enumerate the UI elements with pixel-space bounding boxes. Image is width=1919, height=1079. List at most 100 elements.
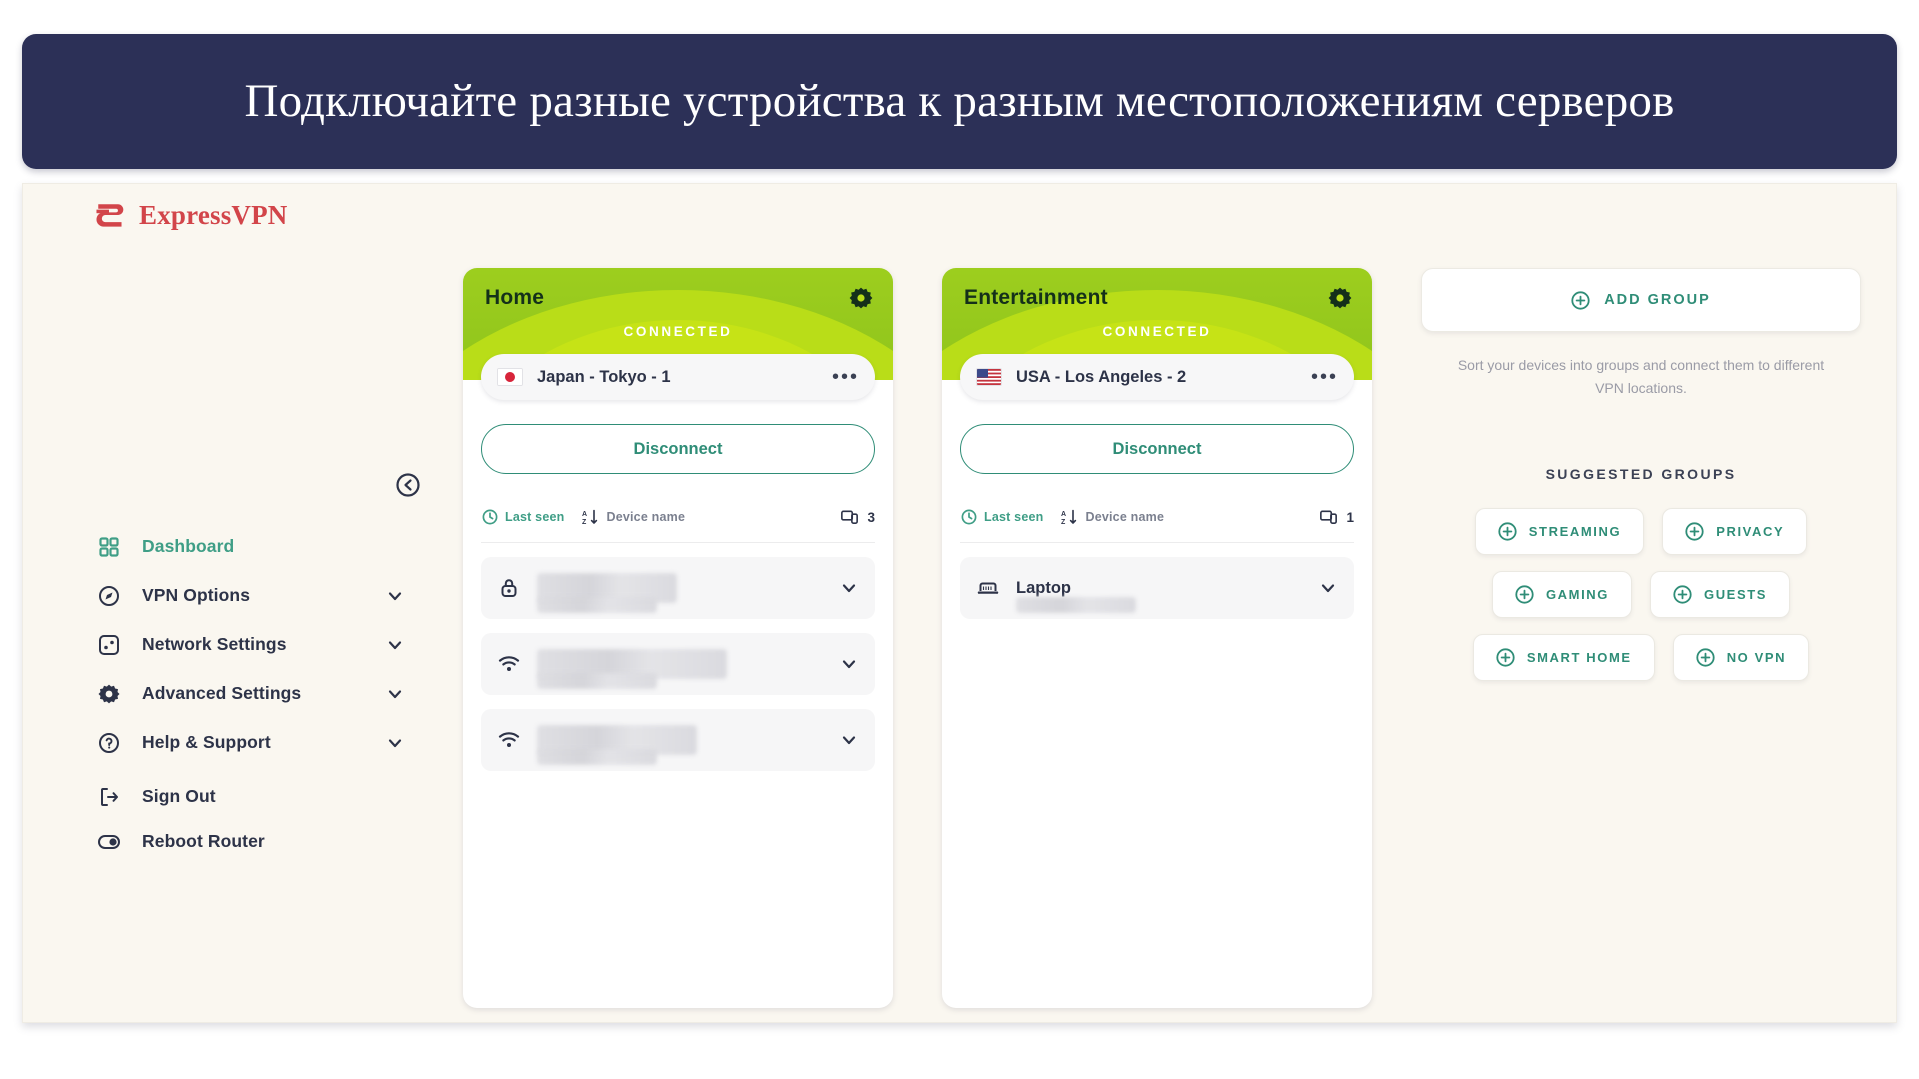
vpn-location-pill[interactable]: USA - Los Angeles - 2 ••• xyxy=(960,354,1354,400)
device-count-value: 1 xyxy=(1346,509,1354,525)
svg-text:A: A xyxy=(1061,511,1066,518)
redacted-device-detail xyxy=(537,673,657,689)
chevron-down-icon[interactable] xyxy=(384,683,406,705)
sort-by-device-name[interactable]: A Z Device name xyxy=(582,509,685,526)
redacted-device-detail xyxy=(537,749,657,765)
card-settings-button[interactable] xyxy=(1328,286,1352,310)
suggested-group-chip[interactable]: STREAMING xyxy=(1474,508,1645,556)
vpn-location-pill[interactable]: Japan - Tokyo - 1 ••• xyxy=(481,354,875,400)
sidebar-item-label: Advanced Settings xyxy=(142,683,302,703)
suggested-group-chip[interactable]: SMART HOME xyxy=(1472,634,1655,682)
disconnect-button[interactable]: Disconnect xyxy=(960,424,1354,474)
suggested-groups-title: SUGGESTED GROUPS xyxy=(1545,466,1737,483)
chip-label: GUESTS xyxy=(1703,587,1768,603)
device-name: Laptop xyxy=(1016,578,1071,597)
more-options-icon[interactable]: ••• xyxy=(832,367,859,387)
device-list-item[interactable]: Laptop xyxy=(960,557,1354,619)
sidebar: ExpressVPN Dashboard VPN Options Network… xyxy=(23,184,443,1022)
sidebar-item-dashboard[interactable]: Dashboard xyxy=(96,522,406,571)
suggested-group-chip[interactable]: GAMING xyxy=(1491,571,1632,619)
connection-status: CONNECTED xyxy=(1102,324,1212,339)
plus-circle-icon xyxy=(1571,290,1590,310)
chevron-down-icon[interactable] xyxy=(384,732,406,754)
sidebar-item-advanced-settings[interactable]: Advanced Settings xyxy=(96,669,406,718)
chevron-down-icon[interactable] xyxy=(384,585,406,607)
wifi-icon xyxy=(497,652,521,676)
headline-banner: Подключайте разные устройства к разным м… xyxy=(22,34,1897,169)
sidebar-item-label: Help & Support xyxy=(142,732,271,752)
redacted-device-detail xyxy=(1016,597,1136,613)
sidebar-item-label: VPN Options xyxy=(142,585,251,605)
more-options-icon[interactable]: ••• xyxy=(1311,367,1338,387)
card-settings-button[interactable] xyxy=(849,286,873,310)
sort-label: Last seen xyxy=(505,510,565,524)
connection-status: CONNECTED xyxy=(623,324,733,339)
expressvpn-logo-icon xyxy=(96,204,124,227)
device-group-card: Entertainment CONNECTED USA - Los Angele… xyxy=(942,268,1372,1008)
chevron-down-icon[interactable] xyxy=(1318,578,1338,598)
sidebar-item-label: Network Settings xyxy=(142,634,287,654)
plus-circle-icon xyxy=(1498,522,1517,541)
power-toggle-icon xyxy=(96,829,122,855)
card-body: Disconnect Last seen A Z xyxy=(463,380,893,771)
chevron-down-icon[interactable] xyxy=(839,578,859,598)
sidebar-item-vpn-options[interactable]: VPN Options xyxy=(96,571,406,620)
clock-icon xyxy=(481,509,498,526)
device-count-value: 3 xyxy=(867,509,875,525)
add-group-label: ADD GROUP xyxy=(1604,292,1711,308)
wifi-icon xyxy=(497,728,521,752)
expressvpn-router-app: ExpressVPN Dashboard VPN Options Network… xyxy=(22,183,1897,1023)
groups-helper-text: Sort your devices into groups and connec… xyxy=(1457,357,1825,397)
devices-icon xyxy=(841,509,859,526)
device-count: 1 xyxy=(1320,509,1354,526)
clock-icon xyxy=(960,509,977,526)
plus-circle-icon xyxy=(1496,648,1515,667)
sidebar-item-sign-out[interactable]: Sign Out xyxy=(96,774,406,819)
suggested-group-chip[interactable]: NO VPN xyxy=(1672,634,1810,682)
device-list-item[interactable] xyxy=(481,633,875,695)
device-group-card: Home CONNECTED Japan - Tokyo - 1 ••• Dis… xyxy=(463,268,893,1008)
card-title: Home xyxy=(485,286,545,309)
sidebar-item-network-settings[interactable]: Network Settings xyxy=(96,620,406,669)
sidebar-item-label: Reboot Router xyxy=(142,831,265,851)
gear-icon xyxy=(1328,287,1352,309)
collapse-sidebar-button[interactable] xyxy=(394,471,422,499)
banner-title: Подключайте разные устройства к разным м… xyxy=(244,74,1675,127)
usa-flag xyxy=(976,368,1002,386)
chip-label: PRIVACY xyxy=(1716,524,1785,540)
device-list-item[interactable] xyxy=(481,709,875,771)
chevron-down-icon[interactable] xyxy=(839,654,859,674)
sort-by-device-name[interactable]: A Z Device name xyxy=(1061,509,1164,526)
sort-by-last-seen[interactable]: Last seen xyxy=(481,509,564,526)
sidebar-item-help-support[interactable]: Help & Support xyxy=(96,718,406,767)
sidebar-item-reboot-router[interactable]: Reboot Router xyxy=(96,819,406,864)
chip-label: STREAMING xyxy=(1528,524,1622,540)
card-body: Disconnect Last seen A Z xyxy=(942,380,1372,619)
sidebar-nav-lower: Sign Out Reboot Router xyxy=(96,774,406,864)
devices-icon xyxy=(1320,509,1338,526)
suggested-group-chip[interactable]: GUESTS xyxy=(1649,571,1791,619)
device-sort-bar: Last seen A Z Device name xyxy=(481,500,875,543)
compass-icon xyxy=(96,583,122,609)
sort-label: Device name xyxy=(606,510,686,524)
plus-circle-icon xyxy=(1696,648,1715,667)
sidebar-nav: Dashboard VPN Options Network Settings A… xyxy=(96,522,406,767)
device-list-item[interactable] xyxy=(481,557,875,619)
japan-flag xyxy=(497,368,523,386)
suggested-groups-list: STREAMING PRIVACY GAMING GUESTS SMART HO… xyxy=(1421,508,1861,682)
sort-az-icon: A Z xyxy=(1061,509,1078,526)
groups-panel: ADD GROUP Sort your devices into groups … xyxy=(1421,268,1861,682)
sort-by-last-seen[interactable]: Last seen xyxy=(960,509,1043,526)
disconnect-button[interactable]: Disconnect xyxy=(481,424,875,474)
gear-icon xyxy=(96,681,122,707)
sidebar-item-label: Sign Out xyxy=(142,786,216,806)
add-group-button[interactable]: ADD GROUP xyxy=(1421,268,1861,332)
chip-label: GAMING xyxy=(1545,587,1609,603)
chip-label: NO VPN xyxy=(1726,650,1787,666)
device-count: 3 xyxy=(841,509,875,526)
lock-icon xyxy=(497,576,521,600)
chevron-down-icon[interactable] xyxy=(384,634,406,656)
chevron-down-icon[interactable] xyxy=(839,730,859,750)
network-icon xyxy=(96,632,122,658)
suggested-group-chip[interactable]: PRIVACY xyxy=(1662,508,1808,556)
